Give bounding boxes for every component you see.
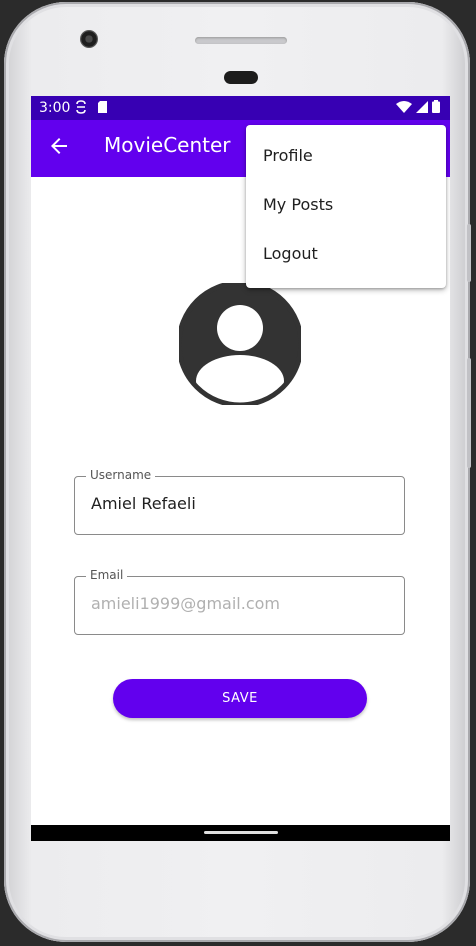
phone-frame: 3:00 MovieCenter Profile My Posts Logout [4,2,471,942]
menu-item-logout[interactable]: Logout [246,229,446,278]
volume-button [467,358,471,468]
email-input[interactable] [91,594,391,613]
power-button [467,224,471,282]
home-indicator[interactable] [204,831,278,834]
email-label: Email [86,568,128,582]
signal-icon [416,100,428,113]
notification-icons [75,100,109,115]
back-arrow-icon[interactable] [47,134,71,158]
username-input[interactable] [91,494,391,513]
save-button[interactable]: SAVE [113,679,367,718]
wifi-icon [396,100,412,113]
earpiece-speaker [195,37,287,44]
system-icons [396,100,440,113]
menu-item-my-posts[interactable]: My Posts [246,180,446,229]
avatar-icon[interactable] [179,283,301,405]
username-label: Username [86,468,156,482]
proximity-sensor [224,71,258,84]
battery-icon [432,100,440,113]
overflow-menu: Profile My Posts Logout [246,125,446,288]
front-camera [80,30,98,48]
screen: 3:00 MovieCenter Profile My Posts Logout [31,96,450,841]
menu-item-profile[interactable]: Profile [246,131,446,180]
status-time: 3:00 [39,100,71,116]
status-bar: 3:00 [31,96,450,120]
username-field[interactable]: Username [74,468,405,535]
app-title: MovieCenter [104,133,231,157]
navigation-bar [31,825,450,841]
sync-icon [76,100,86,114]
email-field[interactable]: Email [74,568,405,635]
sd-card-icon [97,101,107,113]
